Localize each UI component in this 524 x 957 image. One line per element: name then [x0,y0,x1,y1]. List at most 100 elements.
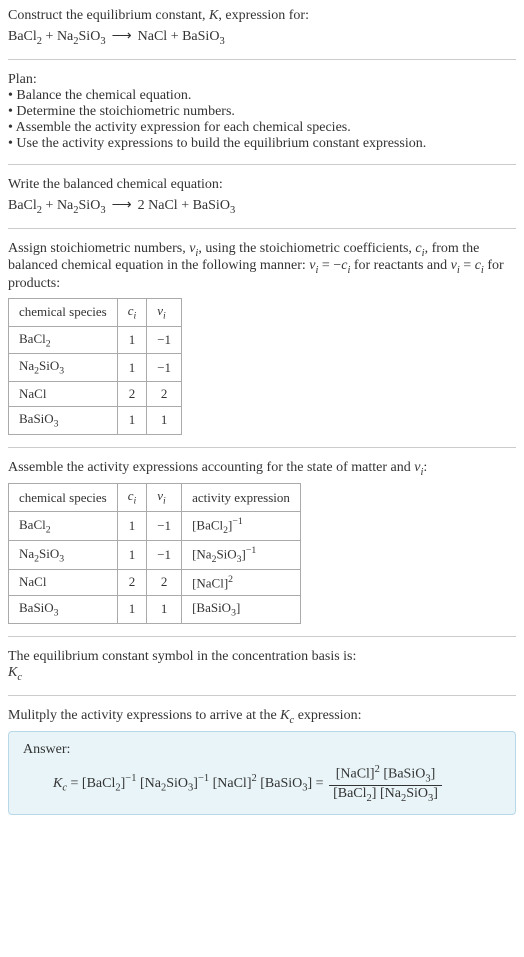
term: ] = [308,776,328,791]
cell-c: 1 [117,596,147,624]
plan-bullet: • Determine the stoichiometric numbers. [8,104,516,120]
kc-k: K [8,665,17,680]
symbol-text: The equilibrium constant symbol in the c… [8,649,516,665]
table-row: BaCl2 1 −1 [9,326,182,354]
table-row: BaSiO3 1 1 [BaSiO3] [9,596,301,624]
balanced-title: Write the balanced chemical equation: [8,177,516,193]
th-nui: νi [147,484,182,512]
act-text: [Na [192,546,212,561]
act-text: SiO [216,546,236,561]
cell-text: SiO [39,546,59,561]
term: SiO [166,776,188,791]
cell-text: BaSiO [19,600,54,615]
cell-nu: −1 [147,540,182,569]
cell-text: BaCl [19,517,46,532]
cell-nu: −1 [147,326,182,354]
cell-nu: 2 [147,569,182,595]
fraction-denominator: [BaCl2] [Na2SiO3] [329,786,442,804]
plan-bullet: • Use the activity expressions to build … [8,136,516,152]
divider [8,59,516,60]
act-text: [NaCl] [192,575,228,590]
cell-c: 2 [117,381,147,406]
eq-reactant2b: SiO [79,29,101,44]
plan-section: Plan: • Balance the chemical equation. •… [8,72,516,152]
assemble-part: Assemble the activity expressions accoun… [8,460,414,475]
table-row: BaCl2 1 −1 [BaCl2]−1 [9,511,301,540]
act-text: [BaSiO [192,600,231,615]
num-text: [BaSiO [383,767,425,782]
cell-sub: 3 [54,608,59,619]
eq-sub: 3 [230,205,235,216]
unbalanced-equation: BaCl2 + Na2SiO3⟶NaCl + BaSiO3 [8,28,516,47]
num-text: [NaCl] [336,767,375,782]
kc-k: K [53,776,62,791]
assemble-text: Assemble the activity expressions accoun… [8,460,516,478]
assign-eq: = − [318,258,341,273]
assign-part: Assign stoichiometric numbers, [8,241,189,256]
cell-text: SiO [39,358,59,373]
multiply-text: Mulitply the activity expressions to arr… [8,708,516,726]
term-sup: 2 [252,774,257,785]
cell-sub: 3 [59,553,64,564]
th-ci: ci [117,299,147,327]
cell-species: BaCl2 [9,511,118,540]
prompt-K: K [209,8,218,23]
eq-sub: 3 [100,36,105,47]
assign-text: Assign stoichiometric numbers, νi, using… [8,241,516,293]
th-sub: i [134,496,137,507]
th-species: chemical species [9,299,118,327]
cell-c: 1 [117,540,147,569]
activity-table: chemical species ci νi activity expressi… [8,483,301,623]
cell-text: Na [19,358,34,373]
divider [8,228,516,229]
table-row: BaSiO3 1 1 [9,406,182,434]
table-header-row: chemical species ci νi [9,299,182,327]
term: [BaCl [82,776,115,791]
fraction-numerator: [NaCl]2 [BaSiO3] [329,764,442,785]
eq-arrow: ⟶ [112,29,132,44]
cell-activity: [NaCl]2 [182,569,301,595]
divider [8,447,516,448]
act-sup: 2 [228,574,233,585]
multiply-section: Mulitply the activity expressions to arr… [8,708,516,815]
table-header-row: chemical species ci νi activity expressi… [9,484,301,512]
cell-activity: [BaCl2]−1 [182,511,301,540]
eq-products: NaCl + BaSiO [138,29,220,44]
assign-part: , using the stoichiometric coefficients, [198,241,415,256]
eq-sub: 3 [100,205,105,216]
table-row: NaCl 2 2 [NaCl]2 [9,569,301,595]
divider [8,695,516,696]
divider [8,164,516,165]
eq-sign: = [67,776,82,791]
th-sub: i [134,311,137,322]
eq-plus: + [42,198,57,213]
th-label: chemical species [19,304,107,319]
cell-activity: [Na2SiO3]−1 [182,540,301,569]
answer-label: Answer: [23,742,501,758]
table-row: Na2SiO3 1 −1 [9,354,182,382]
eq-sub: 3 [219,36,224,47]
cell-species: BaSiO3 [9,596,118,624]
balanced-equation: BaCl2 + Na2SiO3⟶2 NaCl + BaSiO3 [8,197,516,216]
assign-section: Assign stoichiometric numbers, νi, using… [8,241,516,435]
eq-reactant1: BaCl [8,29,37,44]
cell-species: NaCl [9,381,118,406]
eq-reactant2a: Na [57,29,73,44]
fraction: [NaCl]2 [BaSiO3][BaCl2] [Na2SiO3] [329,764,442,803]
cell-species: Na2SiO3 [9,354,118,382]
num-text: ] [431,767,436,782]
term: [Na [140,776,161,791]
eq-arrow: ⟶ [112,198,132,213]
prompt-text: Construct the equilibrium constant, K, e… [8,8,516,24]
th-sub: i [163,311,166,322]
cell-nu: 2 [147,381,182,406]
cell-c: 1 [117,354,147,382]
cell-c: 1 [117,511,147,540]
cell-sub: 2 [46,524,51,535]
cell-sub: 3 [59,366,64,377]
cell-sub: 2 [46,338,51,349]
assemble-part: : [423,460,427,475]
answer-box: Answer: Kc = [BaCl2]−1 [Na2SiO3]−1 [NaCl… [8,731,516,814]
assign-part: for reactants and [350,258,450,273]
balanced-section: Write the balanced chemical equation: Ba… [8,177,516,216]
